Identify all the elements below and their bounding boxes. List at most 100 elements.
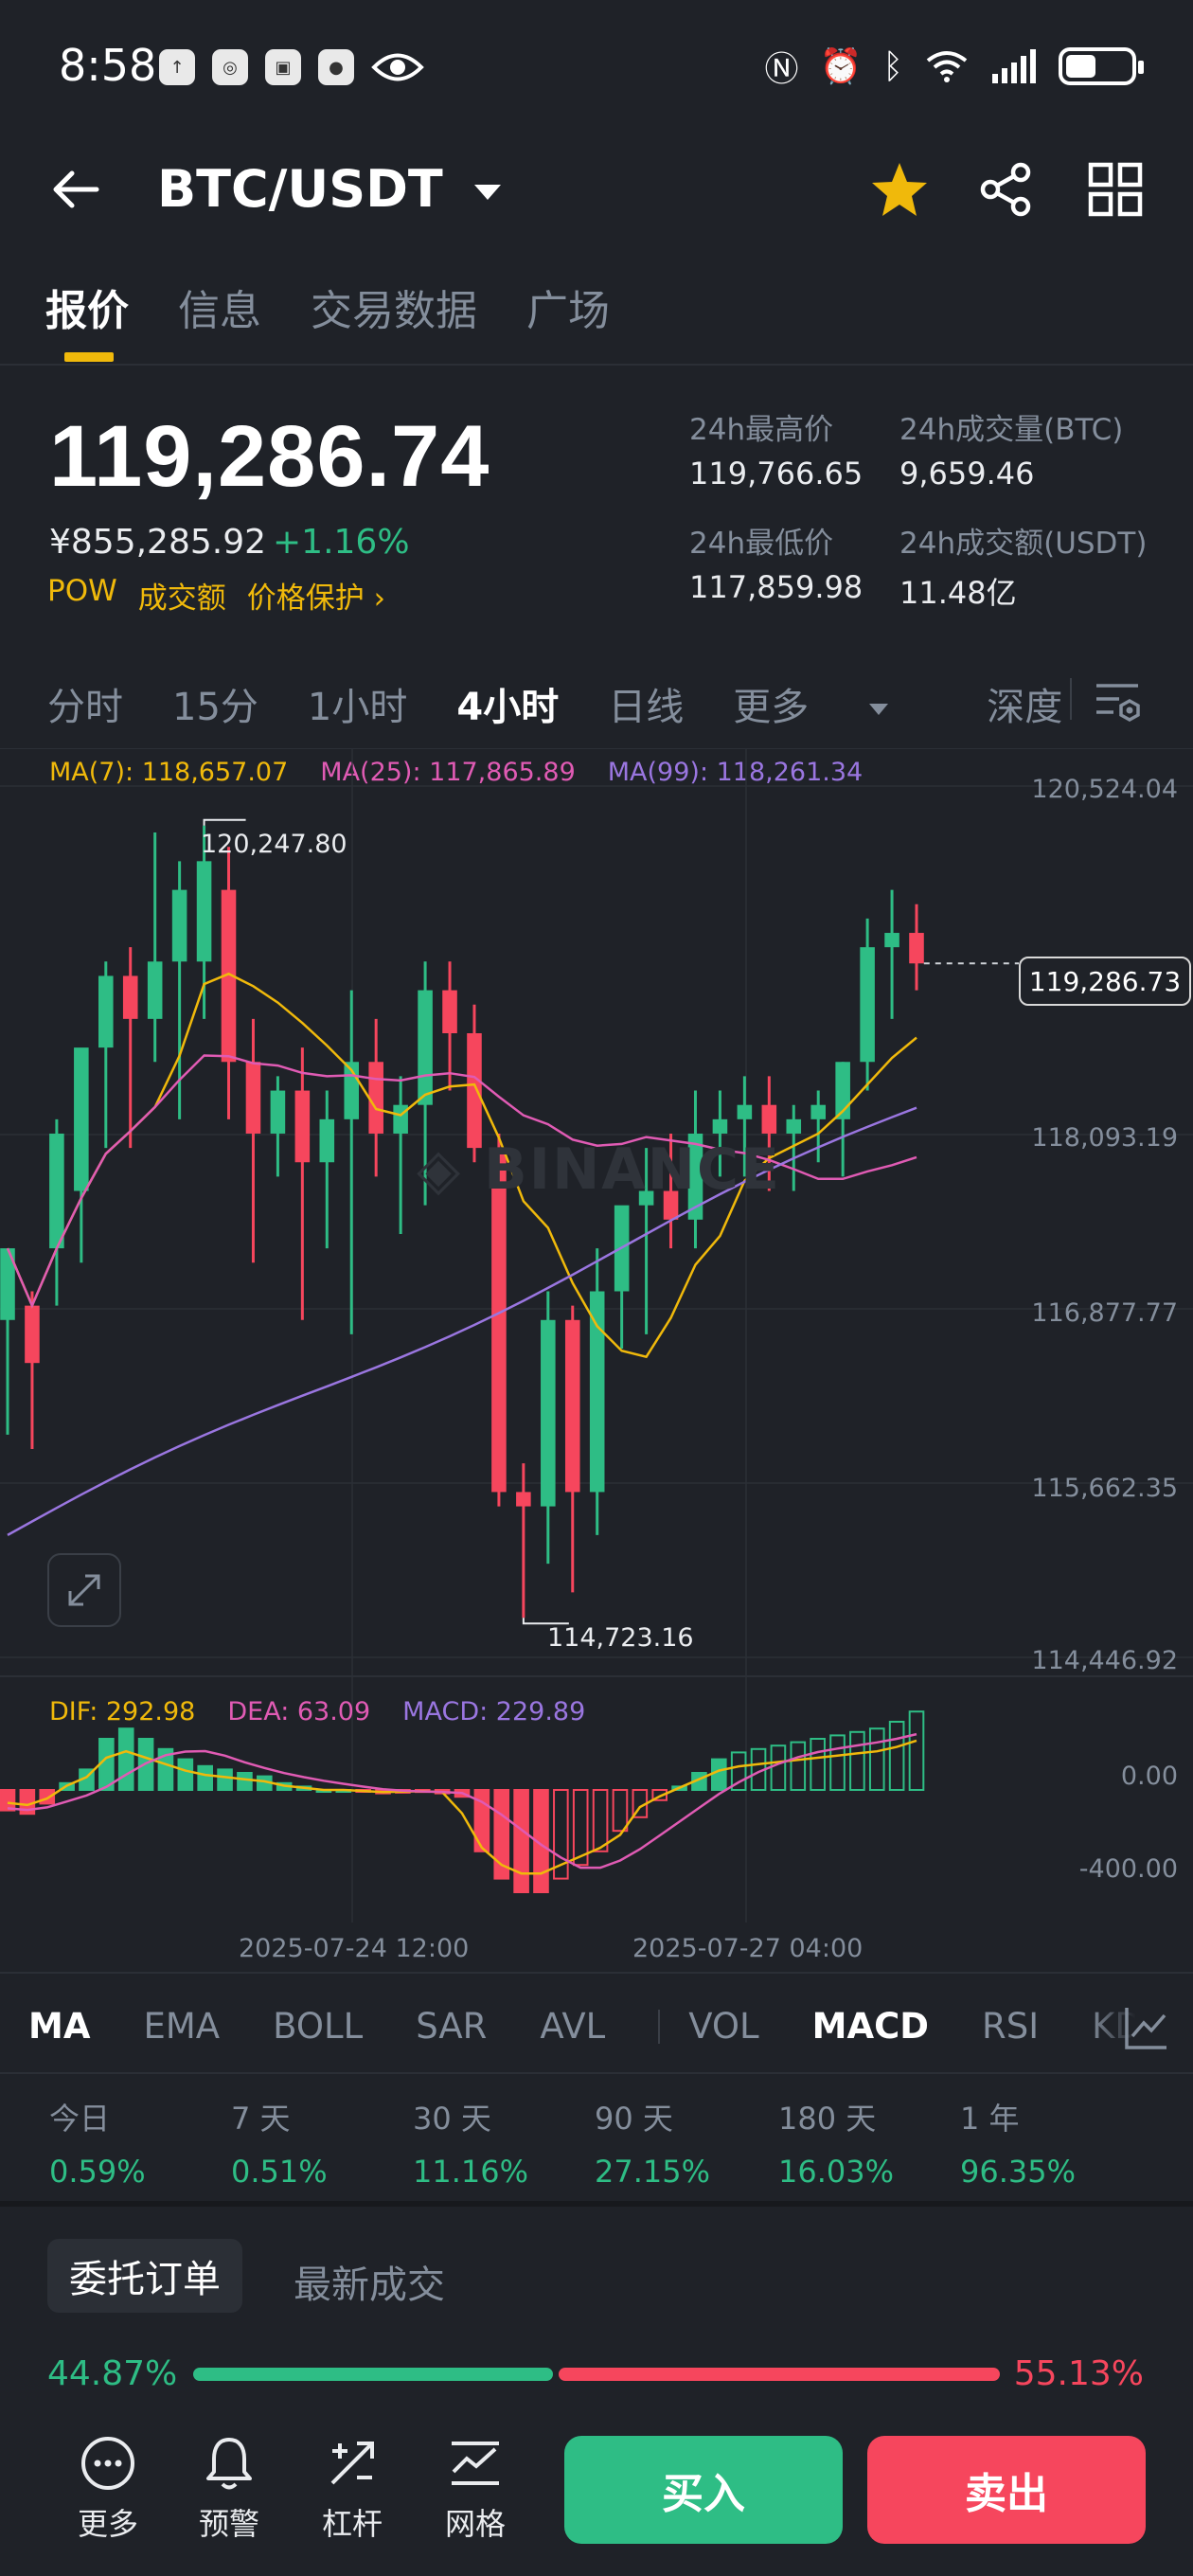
price-protection-link[interactable]: 价格保护 ›	[247, 574, 385, 617]
macd-histogram-bar	[197, 1764, 214, 1792]
cny-price: ¥855,285.92	[49, 523, 267, 562]
perf-value: 27.15%	[595, 2154, 711, 2190]
low-marker-label: 114,723.16	[547, 1623, 694, 1653]
pair-selector[interactable]: BTC/USDT	[157, 159, 501, 219]
grid-trading-icon	[452, 2442, 499, 2485]
indicator-vol[interactable]: VOL	[688, 2006, 758, 2047]
perf-label: 7 天	[231, 2101, 291, 2137]
status-time: 8:58	[59, 40, 157, 91]
interval-1h[interactable]: 1小时	[308, 676, 407, 731]
perf-value: 16.03%	[778, 2154, 895, 2190]
candle-body	[786, 1118, 802, 1134]
app-notification-icon: ▣	[265, 49, 301, 85]
macd-histogram-bar	[177, 1758, 194, 1791]
candle-body	[418, 990, 433, 1105]
alert-button[interactable]: 预警	[172, 2434, 286, 2544]
candle-body	[884, 933, 899, 948]
price-axis-label: 120,524.04	[1031, 775, 1178, 804]
macd-histogram-bar	[810, 1738, 826, 1791]
turnover-tag[interactable]: 成交额	[138, 574, 226, 617]
interval-15m[interactable]: 15分	[172, 676, 258, 731]
perf-180d: 180 天 16.03%	[778, 2095, 894, 2190]
macd-histogram-bar	[237, 1772, 253, 1791]
candle-body	[122, 975, 138, 1019]
battery-icon	[1059, 47, 1144, 85]
interval-more[interactable]: 更多	[733, 676, 937, 731]
app-notification-icon: ↑	[159, 49, 195, 85]
candle-body	[98, 975, 114, 1048]
indicator-rsi[interactable]: RSI	[982, 2006, 1039, 2047]
sell-button[interactable]: 卖出	[867, 2436, 1146, 2544]
indicator-ma[interactable]: MA	[28, 2006, 90, 2047]
price-axis-label: 115,662.35	[1031, 1474, 1178, 1503]
back-arrow-icon[interactable]	[47, 161, 104, 218]
stat-high-label: 24h最高价	[689, 413, 834, 447]
perf-value: 0.51%	[231, 2154, 328, 2190]
indicator-macd[interactable]: MACD	[812, 2006, 929, 2047]
more-label: 更多	[77, 2506, 138, 2542]
macd-histogram-bar	[888, 1721, 905, 1791]
pow-tag[interactable]: POW	[47, 574, 117, 617]
perf-label: 30 天	[413, 2101, 491, 2137]
tab-trading-data[interactable]: 交易数据	[311, 277, 477, 337]
favorite-star-icon[interactable]	[869, 159, 930, 220]
stat-vol-usdt-label: 24h成交额(USDT)	[899, 527, 1148, 561]
perf-label: 今日	[49, 2101, 111, 2137]
candle-body	[196, 861, 212, 962]
tabs-divider	[0, 364, 1193, 366]
tab-square[interactable]: 广场	[526, 277, 610, 337]
share-icon[interactable]	[977, 161, 1034, 218]
high-marker-line	[203, 818, 246, 826]
interval-timeline[interactable]: 分时	[47, 676, 123, 731]
interval-1d[interactable]: 日线	[608, 676, 684, 731]
stat-vol-btc-value: 9,659.46	[899, 456, 1035, 492]
tab-info[interactable]: 信息	[178, 277, 261, 337]
status-system-icons: Ⓝ ⏰ ᛒ	[765, 42, 1144, 91]
indicator-settings-icon[interactable]	[1123, 2004, 1170, 2051]
candle-body	[810, 1104, 826, 1119]
stat-low: 24h最低价 117,859.98	[689, 519, 863, 605]
current-price-tag: 119,286.73	[1019, 957, 1191, 1006]
grid-trading-button[interactable]: 网格	[418, 2434, 532, 2544]
grid-menu-icon[interactable]	[1087, 161, 1144, 218]
signal-icon	[992, 49, 1036, 83]
leverage-icon	[330, 2442, 374, 2485]
macd-histogram-bar	[711, 1758, 727, 1791]
tab-recent-trades[interactable]: 最新成交	[294, 2254, 445, 2309]
depth-tab[interactable]: 深度	[987, 676, 1062, 731]
stat-vol-btc: 24h成交量(BTC) 9,659.46	[899, 405, 1123, 492]
leverage-button[interactable]: 杠杆	[295, 2434, 409, 2544]
chart-bottom-divider	[0, 1972, 1193, 1974]
candle-body	[737, 1104, 753, 1119]
buy-button[interactable]: 买入	[564, 2436, 843, 2544]
stat-high: 24h最高价 119,766.65	[689, 405, 863, 492]
bell-icon	[206, 2438, 252, 2490]
more-button[interactable]: 更多	[51, 2434, 165, 2544]
macd-histogram-bar	[0, 1789, 16, 1812]
macd-value-legend: MACD: 229.89	[402, 1697, 586, 1726]
indicator-avl[interactable]: AVL	[540, 2006, 605, 2047]
price-axis-label: 116,877.77	[1031, 1298, 1178, 1328]
candle-body	[171, 889, 187, 962]
indicator-boll[interactable]: BOLL	[273, 2006, 363, 2047]
candle-body	[294, 1090, 311, 1163]
tab-quote[interactable]: 报价	[45, 277, 129, 337]
candle-body	[564, 1319, 580, 1493]
perf-30d: 30 天 11.16%	[413, 2095, 528, 2190]
macd-histogram-bar	[829, 1734, 846, 1792]
bluetooth-icon: ᛒ	[882, 46, 903, 86]
expand-chart-button[interactable]	[47, 1553, 121, 1627]
tab-order-book[interactable]: 委托订单	[47, 2239, 242, 2313]
indicator-divider-line	[0, 2072, 1193, 2074]
macd-histogram-bar	[868, 1727, 885, 1791]
candle-body	[49, 1133, 64, 1249]
candle-body	[74, 1047, 89, 1191]
weibo-notification-icon: ◎	[212, 49, 248, 85]
interval-4h[interactable]: 4小时	[456, 676, 559, 731]
indicator-sar[interactable]: SAR	[416, 2006, 487, 2047]
leverage-label: 杠杆	[321, 2506, 383, 2542]
candlestick-chart[interactable]	[0, 748, 1193, 1970]
candle-body	[860, 947, 875, 1063]
chart-settings-icon[interactable]	[1091, 674, 1144, 727]
indicator-ema[interactable]: EMA	[143, 2006, 220, 2047]
